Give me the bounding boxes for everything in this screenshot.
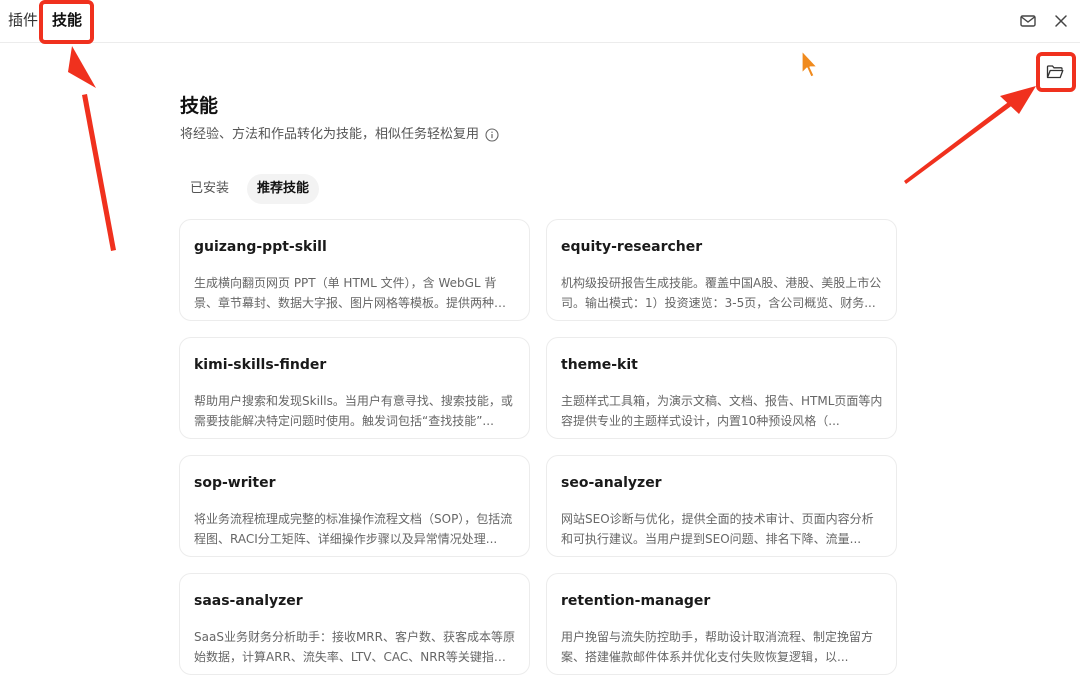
skill-card-seo-analyzer[interactable]: seo-analyzer 网站SEO诊断与优化，提供全面的技术审计、页面内容分析… [546,455,897,557]
card-title: seo-analyzer [561,475,662,491]
close-icon[interactable] [1050,10,1072,32]
skill-card-theme-kit[interactable]: theme-kit 主题样式工具箱，为演示文稿、文档、报告、HTML页面等内容提… [546,337,897,439]
card-title: saas-analyzer [194,593,303,609]
mail-icon[interactable] [1017,10,1039,32]
subtitle-text: 将经验、方法和作品转化为技能，相似任务轻松复用 [180,127,480,142]
skill-card-equity-researcher[interactable]: equity-researcher 机构级投研报告生成技能。覆盖中国A股、港股、… [546,219,897,321]
mouse-cursor-icon [801,50,818,78]
card-description: 网站SEO诊断与优化，提供全面的技术审计、页面内容分析和可执行建议。当用户提到S… [561,512,874,546]
annotation-overlay [68,46,1036,251]
tab-plugins[interactable]: 插件 [8,10,38,30]
card-description: SaaS业务财务分析助手：接收MRR、客户数、获客成本等原始数据，计算ARR、流… [194,630,515,664]
card-description: 主题样式工具箱，为演示文稿、文档、报告、HTML页面等内容提供专业的主题样式设计… [561,394,883,428]
skill-card-sop-writer[interactable]: sop-writer 将业务流程梳理成完整的标准操作流程文档（SOP），包括流程… [179,455,530,557]
card-title: retention-manager [561,593,711,609]
tab-recommended[interactable]: 推荐技能 [247,174,320,204]
top-bar: 插件 技能 [0,0,1080,43]
card-title: equity-researcher [561,239,703,255]
arrow-to-folder-button [904,86,1036,184]
card-description: 将业务流程梳理成完整的标准操作流程文档（SOP），包括流程图、RACI分工矩阵、… [194,512,513,546]
skill-card-guizang-ppt-skill[interactable]: guizang-ppt-skill 生成横向翻页网页 PPT（单 HTML 文件… [179,219,530,321]
card-title: guizang-ppt-skill [194,239,327,255]
card-description: 用户挽留与流失防控助手，帮助设计取消流程、制定挽留方案、搭建催款邮件体系并优化支… [561,630,874,664]
skill-card-saas-analyzer[interactable]: saas-analyzer SaaS业务财务分析助手：接收MRR、客户数、获客成… [179,573,530,675]
card-title: sop-writer [194,475,276,491]
tab-skills[interactable]: 技能 [52,10,82,30]
tab-installed[interactable]: 已安装 [180,174,239,204]
skill-card-kimi-skills-finder[interactable]: kimi-skills-finder 帮助用户搜索和发现Skills。当用户有意… [179,337,530,439]
folder-icon[interactable] [1044,61,1066,83]
card-description: 机构级投研报告生成技能。覆盖中国A股、港股、美股上市公司。输出模式：1）投资速览… [561,276,882,310]
page-title: 技能 [180,95,219,117]
card-description: 帮助用户搜索和发现Skills。当用户有意寻找、搜索技能，或需要技能解决特定问题… [194,394,513,428]
page-subtitle: 将经验、方法和作品转化为技能，相似任务轻松复用 [180,126,499,144]
card-title: theme-kit [561,357,638,373]
skill-card-retention-manager[interactable]: retention-manager 用户挽留与流失防控助手，帮助设计取消流程、制… [546,573,897,675]
card-title: kimi-skills-finder [194,357,327,373]
info-icon[interactable] [485,128,499,142]
arrow-to-skills-tab [68,46,116,251]
card-description: 生成横向翻页网页 PPT（单 HTML 文件），含 WebGL 背景、章节幕封、… [194,276,507,310]
